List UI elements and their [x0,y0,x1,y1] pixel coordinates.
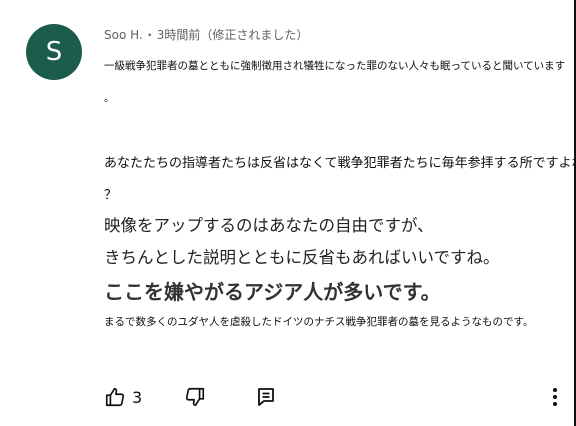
comment-header: Soo H.・3時間前（修正されました） [104,26,308,43]
thumb-down-icon [184,386,206,408]
comment-line-2: 。 [104,92,115,104]
more-options-button[interactable] [545,386,565,408]
comment-line-4: ？ [104,188,118,203]
dislike-button[interactable] [184,386,206,408]
comment-card: S Soo H.・3時間前（修正されました） 一級戦争犯罪者の墓とともに強制徴用… [0,0,576,426]
avatar-letter: S [45,37,63,67]
like-count: 3 [132,387,143,407]
thumb-up-icon [104,386,126,408]
comment-actions: 3 [0,386,576,416]
comment-line-8: まるで数多くのユダヤ人を虐殺したドイツのナチス戦争犯罪者の墓を見るようなものです… [104,316,534,328]
comment-line-1: 一級戦争犯罪者の墓とともに強制徴用され犠牲になった罪のない人々も眠っていると聞い… [104,60,566,72]
timestamp[interactable]: 3時間前（修正されました） [157,28,309,42]
author-name[interactable]: Soo H. [104,28,143,42]
comment-line-5: 映像をアップするのはあなたの自由ですが、 [104,216,434,235]
reply-button[interactable] [256,386,276,408]
comment-line-6: きちんとした説明とともに反省もあればいいですね。 [104,248,500,267]
like-button[interactable]: 3 [104,386,142,408]
header-separator: ・ [143,28,156,42]
more-vert-icon [545,386,565,408]
comment-line-7: ここを嫌やがるアジア人が多いです。 [104,280,441,304]
comment-icon [256,386,276,408]
comment-line-3: あなたたちの指導者たちは反省はなくて戦争犯罪者たちに毎年参拝する所ですよね [104,156,576,171]
avatar[interactable]: S [26,24,82,80]
